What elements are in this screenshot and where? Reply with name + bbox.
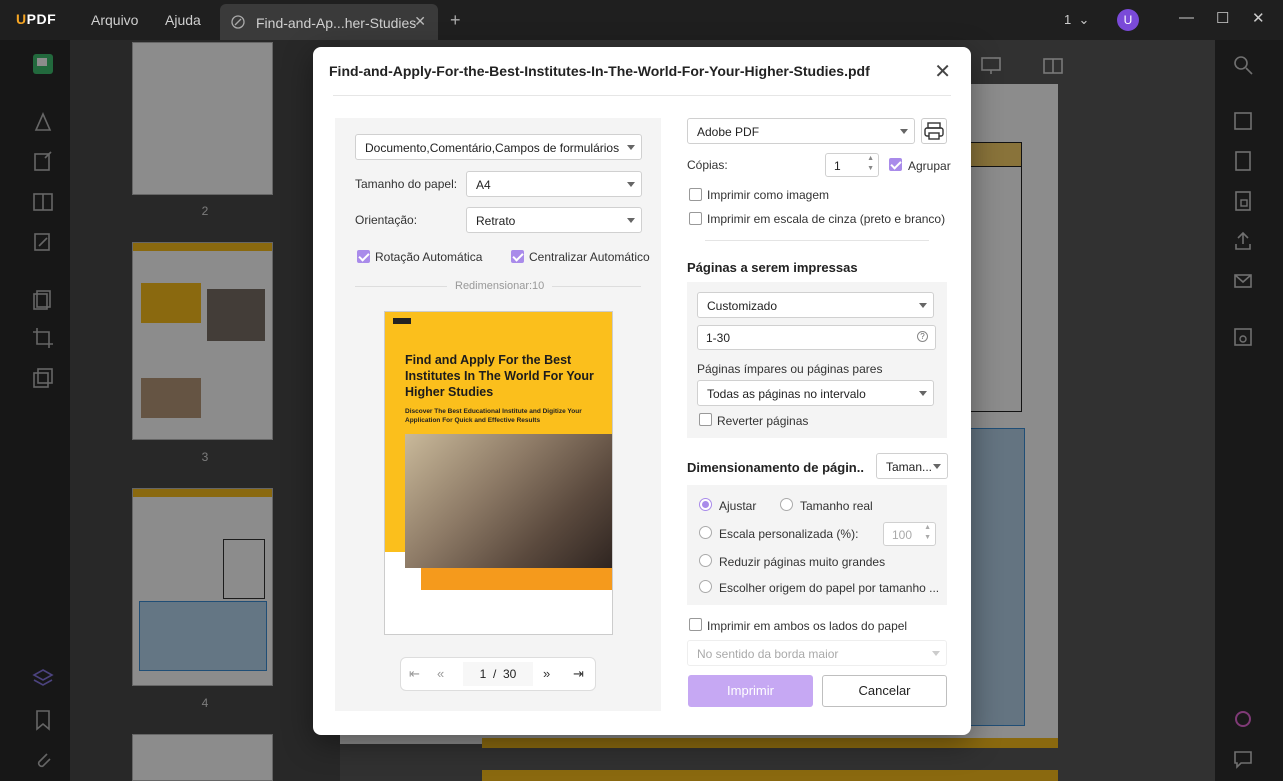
print-button[interactable]: Imprimir bbox=[688, 675, 813, 707]
tab-label: Find-and-Ap...her-Studies bbox=[256, 15, 417, 31]
maximize-icon[interactable]: ☐ bbox=[1216, 9, 1229, 27]
divider bbox=[705, 240, 929, 241]
app-logo: UPDF bbox=[16, 11, 57, 27]
chevron-down-icon[interactable]: ▼ bbox=[867, 165, 874, 172]
actual-size-radio[interactable] bbox=[780, 498, 793, 511]
close-icon[interactable]: ✕ bbox=[934, 59, 951, 84]
print-preview-page: Find and Apply For the Best Institutes I… bbox=[384, 311, 613, 635]
window-close-icon[interactable]: ✕ bbox=[1252, 9, 1265, 27]
duplex-label: Imprimir em ambos os lados do papel bbox=[707, 619, 908, 633]
chevron-up-icon[interactable]: ▲ bbox=[867, 155, 874, 162]
reverse-pages-checkbox[interactable] bbox=[699, 413, 712, 426]
auto-center-label: Centralizar Automático bbox=[529, 250, 650, 264]
chevron-down-icon[interactable]: ▼ bbox=[924, 534, 931, 541]
print-dialog: Find-and-Apply-For-the-Best-Institutes-I… bbox=[313, 47, 971, 735]
menu-arquivo[interactable]: Arquivo bbox=[91, 12, 138, 28]
paper-source-label: Escolher origem do papel por tamanho ... bbox=[719, 581, 940, 595]
chevron-down-icon bbox=[627, 145, 635, 150]
printer-icon bbox=[924, 122, 944, 140]
last-page-icon[interactable]: ⇥ bbox=[573, 666, 584, 682]
paper-size-label: Tamanho do papel: bbox=[355, 177, 458, 191]
grayscale-checkbox[interactable] bbox=[689, 212, 702, 225]
print-as-image-label: Imprimir como imagem bbox=[707, 188, 830, 202]
preview-subtitle: Discover The Best Educational Institute … bbox=[405, 408, 582, 424]
pages-section-title: Páginas a serem impressas bbox=[687, 260, 858, 275]
collate-label: Agrupar bbox=[908, 159, 951, 173]
shrink-label: Reduzir páginas muito grandes bbox=[719, 555, 886, 569]
divider bbox=[333, 95, 951, 96]
new-tab-button[interactable]: + bbox=[450, 10, 461, 31]
grayscale-label: Imprimir em escala de cinza (preto e bra… bbox=[707, 212, 946, 226]
prev-page-icon[interactable]: « bbox=[437, 666, 444, 681]
close-tab-icon[interactable]: ✕ bbox=[414, 13, 426, 30]
content-select[interactable]: Documento,Comentário,Campos de formulári… bbox=[355, 134, 642, 160]
document-icon bbox=[230, 14, 246, 30]
auto-center-checkbox[interactable] bbox=[511, 250, 524, 263]
menu-ajuda[interactable]: Ajuda bbox=[165, 12, 201, 28]
chevron-down-icon bbox=[933, 464, 941, 469]
next-page-icon[interactable]: » bbox=[543, 666, 550, 681]
first-page-icon[interactable]: ⇤ bbox=[409, 666, 420, 682]
avatar[interactable]: U bbox=[1117, 9, 1139, 31]
fit-radio[interactable] bbox=[699, 498, 712, 511]
document-tab[interactable]: Find-and-Ap...her-Studies ✕ bbox=[220, 4, 438, 40]
preview-title: Find and Apply For the Best Institutes I… bbox=[405, 353, 594, 399]
custom-scale-label: Escala personalizada (%): bbox=[719, 527, 859, 541]
chevron-down-icon bbox=[919, 303, 927, 308]
orientation-select[interactable]: Retrato bbox=[466, 207, 642, 233]
chevron-up-icon[interactable]: ▲ bbox=[924, 524, 931, 531]
odd-even-select[interactable]: Todas as páginas no intervalo bbox=[697, 380, 934, 406]
chevron-down-icon bbox=[627, 218, 635, 223]
collate-checkbox[interactable] bbox=[889, 158, 902, 171]
shrink-radio[interactable] bbox=[699, 554, 712, 567]
copies-label: Cópias: bbox=[687, 158, 728, 172]
page-range-input[interactable]: 1-30 ? bbox=[697, 325, 936, 350]
page-number[interactable]: 1 / 30 bbox=[463, 662, 533, 686]
page-indicator[interactable]: 1 ⌄ bbox=[1064, 12, 1089, 28]
sizing-section-title: Dimensionamento de págin.. bbox=[687, 460, 864, 475]
cancel-button[interactable]: Cancelar bbox=[822, 675, 947, 707]
sizing-select[interactable]: Taman... bbox=[876, 453, 948, 479]
printer-properties-button[interactable] bbox=[921, 118, 947, 144]
resize-label: Redimensionar:10 bbox=[447, 280, 553, 292]
dialog-title: Find-and-Apply-For-the-Best-Institutes-I… bbox=[329, 63, 870, 79]
chevron-down-icon bbox=[919, 391, 927, 396]
copies-stepper[interactable]: 1 ▲ ▼ bbox=[825, 153, 879, 177]
sizing-box: Ajustar Tamanho real Escala personalizad… bbox=[687, 485, 947, 605]
paper-source-radio[interactable] bbox=[699, 580, 712, 593]
preview-pager: ⇤ « 1 / 30 » ⇥ bbox=[400, 657, 596, 691]
page-range-mode-select[interactable]: Customizado bbox=[697, 292, 934, 318]
duplex-edge-select[interactable]: No sentido da borda maior bbox=[687, 640, 947, 666]
minimize-icon[interactable]: — bbox=[1179, 9, 1194, 26]
odd-even-label: Páginas ímpares ou páginas pares bbox=[697, 362, 883, 376]
print-as-image-checkbox[interactable] bbox=[689, 188, 702, 201]
actual-size-label: Tamanho real bbox=[800, 499, 873, 513]
chevron-down-icon bbox=[932, 651, 940, 656]
preview-photo bbox=[405, 434, 612, 568]
preview-logo bbox=[393, 318, 411, 324]
auto-rotate-label: Rotação Automática bbox=[375, 250, 483, 264]
fit-label: Ajustar bbox=[719, 499, 757, 513]
auto-rotate-checkbox[interactable] bbox=[357, 250, 370, 263]
pages-box: Customizado 1-30 ? Páginas ímpares ou pá… bbox=[687, 282, 947, 438]
preview-panel: Documento,Comentário,Campos de formulári… bbox=[335, 118, 661, 711]
chevron-down-icon bbox=[900, 129, 908, 134]
title-bar: UPDF Arquivo Ajuda Find-and-Ap...her-Stu… bbox=[0, 0, 1283, 40]
custom-scale-input[interactable]: 100 ▲ ▼ bbox=[883, 522, 936, 546]
paper-size-select[interactable]: A4 bbox=[466, 171, 642, 197]
help-icon[interactable]: ? bbox=[917, 331, 928, 342]
duplex-checkbox[interactable] bbox=[689, 618, 702, 631]
orientation-label: Orientação: bbox=[355, 213, 418, 227]
printer-select[interactable]: Adobe PDF bbox=[687, 118, 915, 144]
reverse-pages-label: Reverter páginas bbox=[717, 414, 809, 428]
chevron-down-icon bbox=[627, 182, 635, 187]
custom-scale-radio[interactable] bbox=[699, 526, 712, 539]
